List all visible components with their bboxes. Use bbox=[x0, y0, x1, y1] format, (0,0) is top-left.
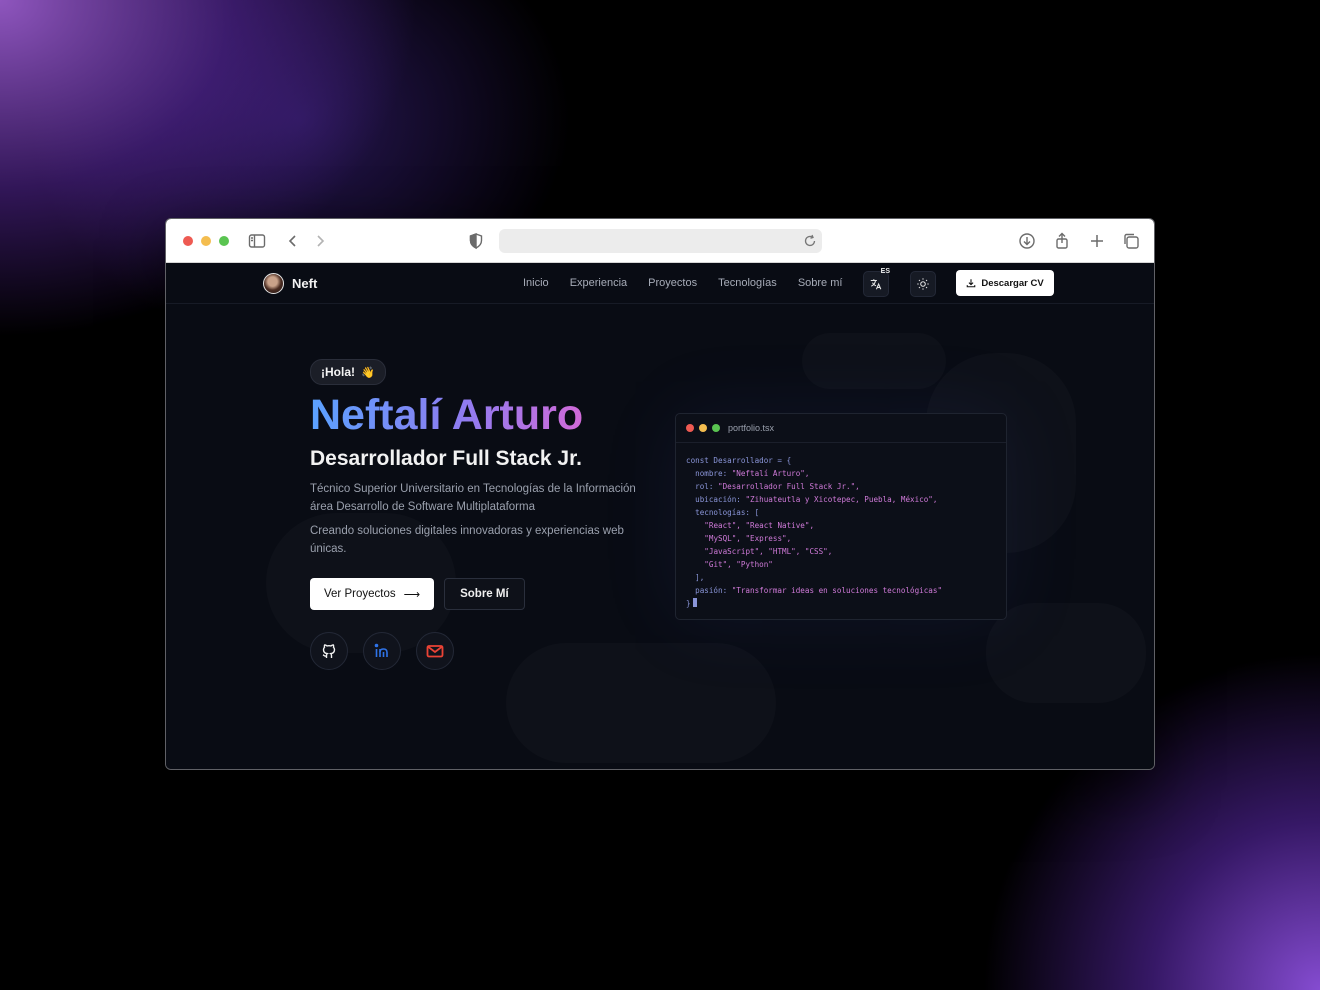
code-window-header: portfolio.tsx bbox=[676, 414, 1006, 443]
code-line: ], bbox=[686, 573, 705, 582]
code-dot-yellow bbox=[699, 424, 707, 432]
greeting-text: ¡Hola! bbox=[321, 365, 355, 379]
portfolio-page: Neft Inicio Experiencia Proyectos Tecnol… bbox=[166, 263, 1154, 769]
tab-overview-icon[interactable] bbox=[1121, 231, 1141, 251]
hero-role: Desarrollador Full Stack Jr. bbox=[310, 447, 582, 470]
sun-icon bbox=[917, 278, 929, 290]
nav-link-inicio[interactable]: Inicio bbox=[523, 277, 549, 289]
language-badge: ES bbox=[880, 268, 890, 275]
code-line: rol: "Desarrollador Full Stack Jr.", bbox=[686, 482, 860, 491]
github-link[interactable] bbox=[310, 632, 348, 670]
sidebar-icon[interactable] bbox=[247, 231, 267, 251]
code-line: nombre: "Neftalí Arturo", bbox=[686, 469, 810, 478]
address-bar[interactable] bbox=[499, 229, 822, 253]
browser-window: Neft Inicio Experiencia Proyectos Tecnol… bbox=[165, 218, 1155, 770]
code-snippet: const Desarrollador = { nombre: "Neftalí… bbox=[676, 443, 1006, 621]
code-dot-red bbox=[686, 424, 694, 432]
code-line: pasión: "Transformar ideas en soluciones… bbox=[686, 586, 943, 595]
hero-section: ¡Hola! 👋 Neftalí Arturo Desarrollador Fu… bbox=[310, 359, 650, 670]
hero-name: Neftalí Arturo bbox=[310, 391, 650, 439]
minimize-window-button[interactable] bbox=[201, 236, 211, 246]
avatar bbox=[263, 273, 284, 294]
view-projects-label: Ver Proyectos bbox=[324, 588, 396, 600]
nav-link-proyectos[interactable]: Proyectos bbox=[648, 277, 697, 289]
forward-icon[interactable] bbox=[310, 231, 330, 251]
code-line: tecnologías: [ bbox=[686, 508, 760, 517]
maximize-window-button[interactable] bbox=[219, 236, 229, 246]
code-line: } bbox=[686, 597, 996, 610]
code-filename: portfolio.tsx bbox=[728, 423, 775, 433]
code-line: "MySQL", "Express", bbox=[704, 534, 792, 543]
about-me-label: Sobre Mí bbox=[460, 588, 509, 600]
brand-name: Neft bbox=[292, 276, 318, 291]
close-window-button[interactable] bbox=[183, 236, 193, 246]
code-line: "Git", "Python" bbox=[704, 560, 773, 569]
hero-tagline: Creando soluciones digitales innovadoras… bbox=[310, 525, 624, 555]
download-cv-label: Descargar CV bbox=[981, 277, 1044, 289]
text-cursor bbox=[692, 598, 697, 607]
social-links bbox=[310, 632, 650, 670]
download-icon bbox=[967, 279, 976, 288]
wave-icon: 👋 bbox=[361, 366, 375, 379]
github-icon bbox=[322, 644, 336, 658]
mail-icon bbox=[426, 645, 444, 658]
nav-link-experiencia[interactable]: Experiencia bbox=[570, 277, 627, 289]
arrow-right-icon: ⟶ bbox=[403, 589, 421, 601]
code-line: const Desarrollador = { bbox=[686, 456, 792, 465]
share-icon[interactable] bbox=[1052, 231, 1072, 251]
code-line: ubicación: "Zihuateutla y Xicotepec, Pue… bbox=[686, 495, 938, 504]
new-tab-icon[interactable] bbox=[1087, 231, 1107, 251]
translate-icon bbox=[870, 279, 882, 290]
linkedin-icon bbox=[374, 643, 388, 657]
nav-link-sobre-mi[interactable]: Sobre mí bbox=[798, 277, 843, 289]
reload-icon[interactable] bbox=[802, 233, 818, 249]
about-me-button[interactable]: Sobre Mí bbox=[444, 578, 525, 610]
browser-toolbar bbox=[166, 219, 1154, 263]
theme-toggle-button[interactable] bbox=[910, 271, 936, 297]
background-shape bbox=[986, 603, 1146, 703]
nav-links: Inicio Experiencia Proyectos Tecnologías… bbox=[523, 277, 842, 289]
greeting-badge: ¡Hola! 👋 bbox=[310, 359, 386, 385]
site-navbar: Neft Inicio Experiencia Proyectos Tecnol… bbox=[166, 263, 1154, 304]
hero-description: Técnico Superior Universitario en Tecnol… bbox=[310, 483, 636, 513]
code-window: portfolio.tsx const Desarrollador = { no… bbox=[675, 413, 1007, 620]
nav-link-tecnologias[interactable]: Tecnologías bbox=[718, 277, 777, 289]
view-projects-button[interactable]: Ver Proyectos ⟶ bbox=[310, 578, 435, 610]
downloads-icon[interactable] bbox=[1017, 231, 1037, 251]
linkedin-link[interactable] bbox=[363, 632, 401, 670]
language-toggle-button[interactable]: ES bbox=[863, 268, 890, 297]
code-dot-green bbox=[712, 424, 720, 432]
code-line: "JavaScript", "HTML", "CSS", bbox=[704, 547, 833, 556]
window-controls bbox=[183, 236, 229, 246]
hero-actions: Ver Proyectos ⟶ Sobre Mí bbox=[310, 578, 650, 610]
download-cv-button[interactable]: Descargar CV bbox=[956, 270, 1054, 296]
code-line: "React", "React Native", bbox=[704, 521, 815, 530]
email-link[interactable] bbox=[416, 632, 454, 670]
brand-logo[interactable]: Neft bbox=[263, 273, 317, 294]
background-shape bbox=[802, 333, 946, 389]
privacy-shield-icon[interactable] bbox=[466, 231, 486, 251]
back-icon[interactable] bbox=[283, 231, 303, 251]
